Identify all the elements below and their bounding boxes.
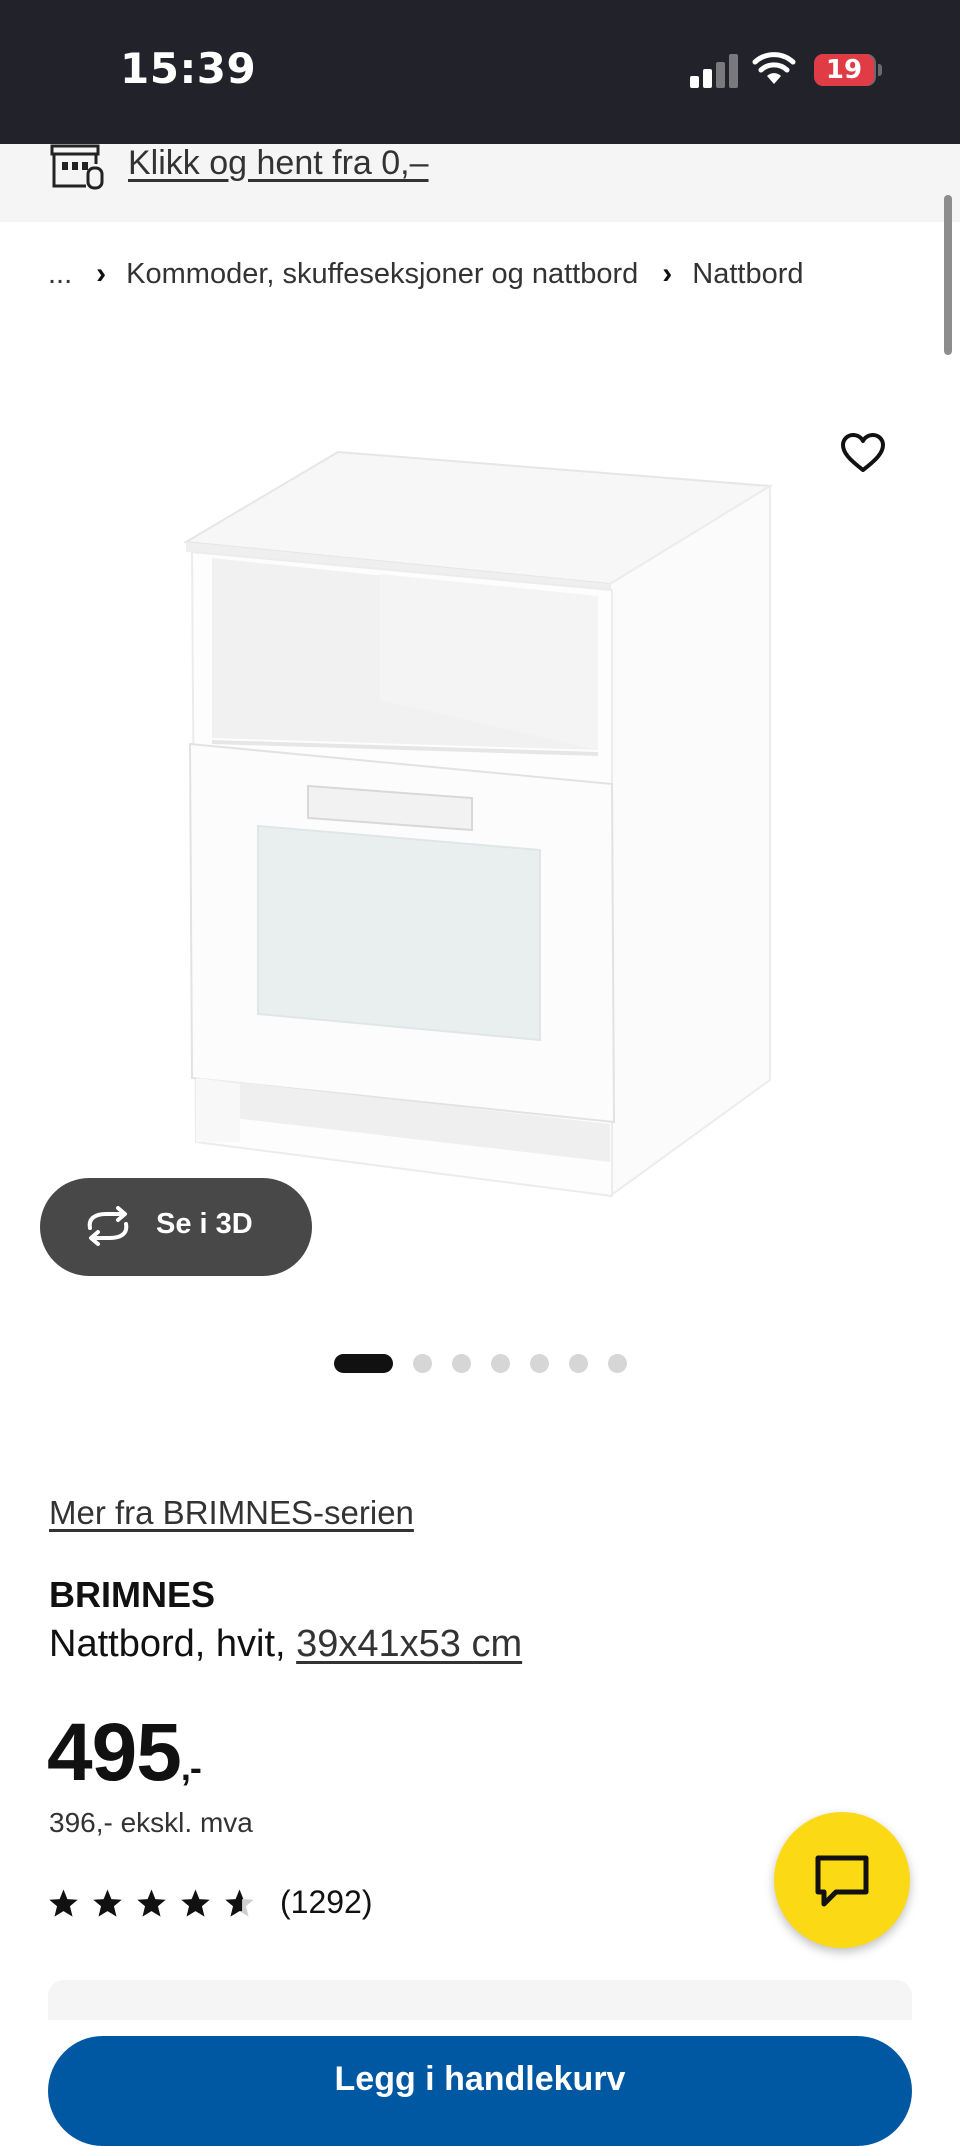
breadcrumb: ... › Kommoder, skuffeseksjoner og nattb… bbox=[48, 254, 804, 294]
carousel-dots bbox=[334, 1353, 647, 1373]
star-icon bbox=[49, 1889, 78, 1917]
view-3d-label: Se i 3D bbox=[156, 1208, 253, 1240]
product-dimensions-link[interactable]: 39x41x53 cm bbox=[296, 1623, 522, 1665]
chat-button[interactable] bbox=[774, 1812, 910, 1948]
battery-icon: 19 bbox=[814, 54, 874, 86]
carousel-dot[interactable] bbox=[491, 1353, 510, 1373]
store-icon bbox=[50, 144, 106, 197]
rating-count[interactable]: (1292) bbox=[280, 1884, 373, 1921]
price-value: 495 bbox=[47, 1707, 182, 1798]
carousel-dot[interactable] bbox=[608, 1353, 627, 1373]
status-time: 15:39 bbox=[120, 44, 257, 93]
pickup-banner: Klikk og hent fra 0,– bbox=[0, 144, 960, 222]
product-price: 495,- bbox=[47, 1706, 202, 1800]
section-card bbox=[48, 1980, 912, 2020]
half-star-icon bbox=[225, 1889, 254, 1917]
rating-stars[interactable] bbox=[48, 1888, 268, 1918]
carousel-dot[interactable] bbox=[452, 1353, 471, 1373]
price-ex-vat: 396,- ekskl. mva bbox=[49, 1807, 253, 1838]
heart-icon[interactable] bbox=[840, 432, 886, 479]
star-icon bbox=[181, 1889, 210, 1917]
breadcrumb-item-current[interactable]: Nattbord bbox=[692, 258, 803, 291]
chevron-right-icon: › bbox=[662, 257, 673, 290]
view-3d-button[interactable]: Se i 3D bbox=[40, 1178, 312, 1276]
battery-nub bbox=[878, 64, 882, 76]
wifi-icon bbox=[752, 50, 796, 91]
rotate-icon bbox=[82, 1206, 134, 1251]
product-description: Nattbord, hvit, 39x41x53 cm bbox=[49, 1623, 522, 1666]
product-image[interactable] bbox=[0, 380, 960, 1240]
carousel-dot-active[interactable] bbox=[334, 1353, 393, 1373]
star-icon bbox=[137, 1889, 166, 1917]
add-to-cart-label: Legg i handlekurv bbox=[334, 2060, 626, 2098]
add-to-cart-button[interactable]: Legg i handlekurv bbox=[48, 2036, 912, 2146]
click-and-collect-link[interactable]: Klikk og hent fra 0,– bbox=[128, 144, 429, 183]
star-icon bbox=[93, 1889, 122, 1917]
chat-icon bbox=[812, 1852, 872, 1915]
breadcrumb-item-more[interactable]: ... bbox=[48, 258, 72, 291]
carousel-dot[interactable] bbox=[569, 1353, 588, 1373]
carousel-dot[interactable] bbox=[413, 1353, 432, 1373]
status-bar: 15:39 19 bbox=[0, 0, 960, 144]
product-type: Nattbord, hvit, bbox=[49, 1623, 297, 1665]
signal-icon bbox=[690, 54, 738, 93]
series-link[interactable]: Mer fra BRIMNES-serien bbox=[49, 1494, 414, 1532]
chevron-right-icon: › bbox=[96, 257, 107, 290]
breadcrumb-item-category[interactable]: Kommoder, skuffeseksjoner og nattbord bbox=[126, 258, 638, 291]
carousel-dot[interactable] bbox=[530, 1353, 549, 1373]
price-suffix: ,- bbox=[180, 1747, 202, 1788]
page-scrollbar[interactable] bbox=[944, 195, 952, 355]
product-name: BRIMNES bbox=[49, 1574, 216, 1615]
